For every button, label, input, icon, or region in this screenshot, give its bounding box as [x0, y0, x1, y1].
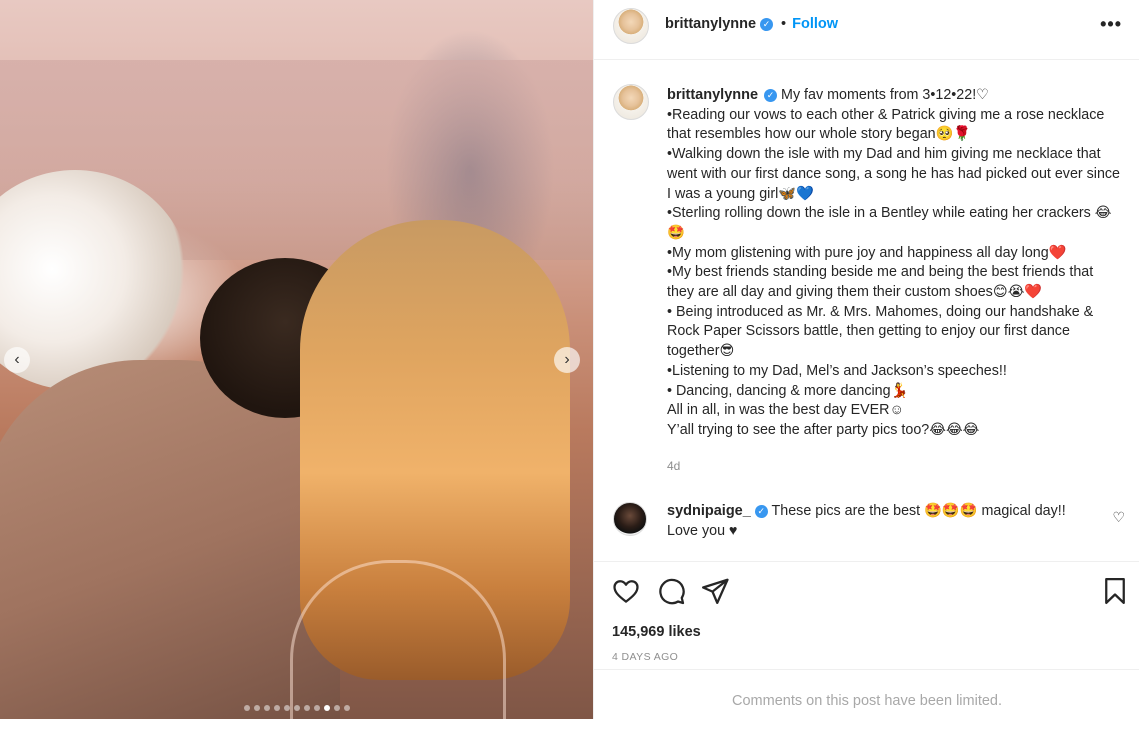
post-header: brittanylynne ✓ • Follow ••• [594, 0, 1139, 60]
caption-username[interactable]: brittanylynne [667, 87, 758, 103]
carousel-dot [343, 705, 350, 711]
carousel-dot [313, 705, 320, 711]
share-paper-plane-icon[interactable] [700, 576, 730, 606]
follow-button[interactable]: Follow [792, 16, 838, 32]
carousel-dot [323, 705, 330, 711]
carousel-dot [283, 705, 290, 711]
likes-count[interactable]: 145,969 likes [612, 624, 701, 640]
like-heart-icon[interactable] [611, 576, 641, 606]
caption-author-avatar[interactable] [613, 84, 649, 120]
commenter-avatar[interactable] [613, 502, 647, 536]
carousel-dot [263, 705, 270, 711]
carousel-dot [303, 705, 310, 711]
action-bar: 145,969 likes 4 DAYS AGO [594, 561, 1139, 671]
carousel-dot [273, 705, 280, 711]
comments-limited-notice: Comments on this post have been limited. [594, 669, 1139, 719]
post-caption: brittanylynne ✓ My fav moments from 3•12•… [667, 86, 1122, 441]
comment: sydnipaige_ ✓ These pics are the best 🤩🤩🤩… [667, 502, 1097, 541]
verified-badge-icon: ✓ [764, 89, 778, 102]
post-photo[interactable]: ‹ › [0, 0, 593, 719]
author-info: brittanylynne ✓ • Follow [665, 16, 838, 32]
verified-badge-icon: ✓ [760, 18, 774, 31]
carousel-dot [253, 705, 260, 711]
post-panel: brittanylynne ✓ • Follow ••• brittanylynne ✓… [593, 0, 1139, 719]
carousel-dot [243, 705, 250, 711]
comment-bubble-icon[interactable] [656, 576, 686, 606]
verified-badge-icon: ✓ [754, 505, 768, 518]
caption-age[interactable]: 4d [667, 459, 680, 473]
caption-text: My fav moments from 3•12•22!♡ •Reading o… [667, 87, 1121, 438]
carousel-dot [293, 705, 300, 711]
separator-dot: • [781, 16, 787, 32]
carousel-dot [333, 705, 340, 711]
more-options-icon[interactable]: ••• [1100, 14, 1122, 35]
commenter-username[interactable]: sydnipaige_ [667, 503, 751, 519]
post-date[interactable]: 4 DAYS AGO [612, 651, 678, 663]
next-photo-button[interactable]: › [554, 347, 580, 373]
carousel-dots [0, 705, 593, 711]
save-bookmark-icon[interactable] [1100, 576, 1130, 606]
like-comment-heart-icon[interactable]: ♡ [1112, 509, 1125, 526]
author-avatar[interactable] [613, 8, 649, 44]
previous-photo-button[interactable]: ‹ [4, 347, 30, 373]
author-username[interactable]: brittanylynne [665, 16, 756, 32]
